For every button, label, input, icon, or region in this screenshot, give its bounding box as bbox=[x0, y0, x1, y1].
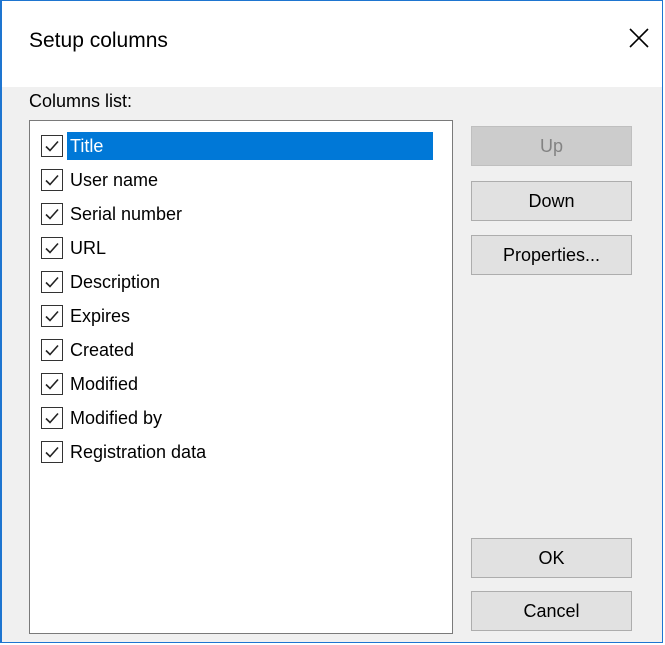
list-item-title[interactable]: Title bbox=[41, 132, 433, 160]
list-item-label: Expires bbox=[70, 306, 131, 326]
list-item-label: URL bbox=[70, 238, 107, 258]
list-item-created[interactable]: Created bbox=[41, 336, 137, 364]
list-item-registration-data[interactable]: Registration data bbox=[41, 438, 209, 466]
list-item-label: Modified bbox=[70, 374, 139, 394]
list-item-label: User name bbox=[70, 170, 159, 190]
list-item-modified[interactable]: Modified bbox=[41, 370, 141, 398]
title-bar: Setup columns bbox=[2, 1, 662, 87]
checkbox-description[interactable] bbox=[41, 271, 63, 293]
check-icon bbox=[45, 310, 59, 322]
columns-list-label: Columns list: bbox=[29, 91, 133, 111]
list-item-label: Modified by bbox=[70, 408, 163, 428]
check-icon bbox=[45, 140, 59, 152]
checkbox-registration-data[interactable] bbox=[41, 441, 63, 463]
check-icon bbox=[45, 412, 59, 424]
checkbox-created[interactable] bbox=[41, 339, 63, 361]
check-icon bbox=[45, 208, 59, 220]
checkbox-user-name[interactable] bbox=[41, 169, 63, 191]
list-item-serial-number[interactable]: Serial number bbox=[41, 200, 185, 228]
list-item-user-name[interactable]: User name bbox=[41, 166, 161, 194]
properties-button[interactable]: Properties... bbox=[471, 235, 632, 275]
checkbox-serial-number[interactable] bbox=[41, 203, 63, 225]
check-icon bbox=[45, 242, 59, 254]
list-item-label: Title bbox=[67, 132, 433, 160]
list-item-label: Description bbox=[70, 272, 161, 292]
up-button[interactable]: Up bbox=[471, 126, 632, 166]
columns-listbox[interactable]: Title User name Serial number URL Descri… bbox=[29, 120, 453, 634]
list-item-label: Registration data bbox=[70, 442, 207, 462]
checkbox-modified-by[interactable] bbox=[41, 407, 63, 429]
list-item-url[interactable]: URL bbox=[41, 234, 109, 262]
list-item-label: Serial number bbox=[70, 204, 183, 224]
check-icon bbox=[45, 276, 59, 288]
checkbox-expires[interactable] bbox=[41, 305, 63, 327]
list-item-modified-by[interactable]: Modified by bbox=[41, 404, 165, 432]
close-icon bbox=[629, 28, 649, 48]
cancel-button[interactable]: Cancel bbox=[471, 591, 632, 631]
list-item-label: Created bbox=[70, 340, 135, 360]
dialog-title: Setup columns bbox=[29, 29, 168, 52]
down-button[interactable]: Down bbox=[471, 181, 632, 221]
list-item-description[interactable]: Description bbox=[41, 268, 163, 296]
check-icon bbox=[45, 344, 59, 356]
check-icon bbox=[45, 174, 59, 186]
setup-columns-dialog: Setup columns Columns list: Title User n… bbox=[0, 0, 663, 643]
check-icon bbox=[45, 446, 59, 458]
check-icon bbox=[45, 378, 59, 390]
checkbox-modified[interactable] bbox=[41, 373, 63, 395]
close-button[interactable] bbox=[616, 15, 662, 61]
checkbox-title[interactable] bbox=[41, 135, 63, 157]
checkbox-url[interactable] bbox=[41, 237, 63, 259]
list-item-expires[interactable]: Expires bbox=[41, 302, 133, 330]
ok-button[interactable]: OK bbox=[471, 538, 632, 578]
